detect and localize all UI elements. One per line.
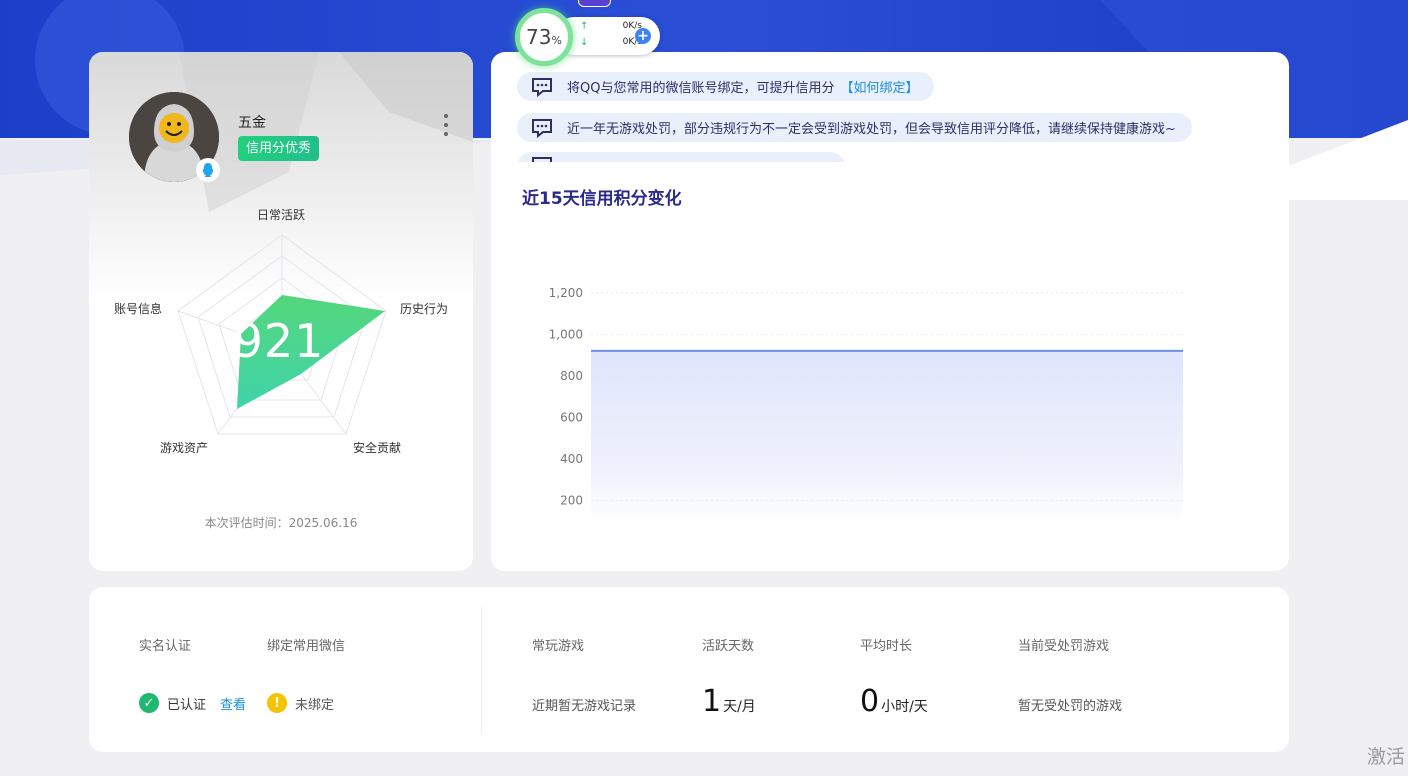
username: 五金 — [238, 115, 266, 131]
wechat-bind-label: 绑定常用微信 — [267, 639, 346, 654]
chart-title: 近15天信用积分变化 — [522, 189, 682, 209]
active-days-label: 活跃天数 — [702, 639, 755, 654]
notice-no-penalty: 近一年无游戏处罚，部分违规行为不一定会受到游戏处罚，但会导致信用评分降低，请继续… — [517, 113, 1192, 142]
series-area — [591, 350, 1183, 522]
notice-text: 近一年无游戏处罚，部分违规行为不一定会受到游戏处罚，但会导致信用评分降低，请继续… — [567, 122, 1176, 137]
y-tick-label: 800 — [560, 369, 583, 383]
realname-status-text: 已认证 — [167, 697, 207, 713]
evaluation-time: 本次评估时间：2025.06.16 — [204, 516, 358, 530]
wechat-status: ! 未绑定 — [267, 693, 334, 713]
view-realname-link[interactable]: 查看 — [220, 694, 246, 713]
y-tick-label: 200 — [560, 494, 583, 508]
avg-time-number: 0 — [860, 684, 880, 719]
profile-card: 五金 信用分优秀 日常活跃 历史行为 安全贡献 游戏资产 账号信息 921 本次… — [89, 52, 473, 571]
activation-watermark: 激活 — [1367, 746, 1406, 768]
credit-trend-card: 将QQ与您常用的微信账号绑定，可提升信用分 【如何绑定】 近一年无游戏处罚，部分… — [491, 52, 1289, 571]
penalty-value: 暂无受处罚的游戏 — [1018, 699, 1123, 714]
credit-trend-chart: 02004006008001,0001,20003日04日05日06日07日08… — [549, 286, 1183, 522]
notice-text: 将QQ与您常用的微信账号绑定，可提升信用分 — [567, 81, 835, 96]
warning-circle-icon: ! — [267, 693, 287, 713]
message-icon — [532, 157, 552, 162]
avg-time-value: 0 小时/天 — [860, 687, 928, 717]
avg-time-label: 平均时长 — [860, 639, 913, 654]
active-days-unit: 天/月 — [723, 699, 756, 715]
realname-status: ✓ 已认证 查看 — [139, 693, 246, 713]
top-tab[interactable] — [578, 0, 611, 7]
y-tick-label: 600 — [560, 411, 583, 425]
wechat-status-text[interactable]: 未绑定 — [295, 694, 334, 713]
y-tick-label: 1,200 — [549, 286, 583, 300]
penalty-label: 当前受处罚游戏 — [1018, 639, 1110, 654]
usage-value: 73 — [526, 25, 552, 49]
fav-games-value: 近期暂无游戏记录 — [532, 699, 637, 714]
fav-games-label: 常玩游戏 — [532, 639, 585, 654]
qq-icon — [196, 158, 220, 182]
avg-time-unit: 小时/天 — [881, 699, 928, 715]
credit-score: 921 — [233, 314, 325, 368]
message-icon — [532, 77, 552, 97]
plus-icon[interactable]: + — [635, 28, 651, 44]
usage-unit: % — [551, 34, 562, 47]
memory-usage-ring: 73% — [515, 8, 573, 66]
account-summary-card: 实名认证 绑定常用微信 ✓ 已认证 查看 ! 未绑定 常玩游戏 近期暂无游戏记录… — [89, 587, 1289, 752]
download-arrow-icon: ↓ — [580, 37, 589, 48]
message-icon — [532, 118, 552, 138]
y-tick-label: 1,000 — [549, 328, 583, 342]
active-days-value: 1 天/月 — [702, 687, 756, 717]
notice-bind-wechat: 将QQ与您常用的微信账号绑定，可提升信用分 【如何绑定】 — [517, 72, 935, 101]
radar-label-game-assets: 游戏资产 — [160, 441, 209, 455]
credit-level-badge: 信用分优秀 — [238, 136, 320, 161]
notice-scroll-clip — [491, 152, 1289, 162]
network-monitor-widget[interactable]: ↑ 0K/s ↓ 0K/s + 73% — [515, 8, 665, 68]
radar-label-history: 历史行为 — [400, 302, 449, 316]
radar-label-account-info: 账号信息 — [114, 302, 163, 316]
realname-label: 实名认证 — [139, 639, 192, 654]
upload-arrow-icon: ↑ — [580, 21, 589, 32]
radar-label-daily-activity: 日常活跃 — [257, 208, 306, 222]
radar-label-security: 安全贡献 — [353, 441, 402, 455]
active-days-number: 1 — [702, 684, 722, 719]
check-circle-icon: ✓ — [139, 693, 159, 713]
section-divider — [481, 607, 482, 735]
more-menu-icon[interactable] — [441, 114, 451, 136]
y-tick-label: 400 — [560, 452, 583, 466]
how-to-bind-link[interactable]: 【如何绑定】 — [840, 77, 918, 96]
